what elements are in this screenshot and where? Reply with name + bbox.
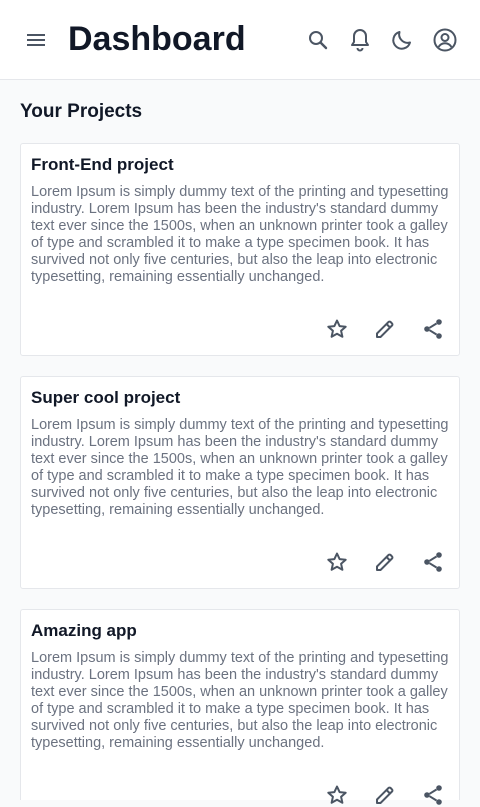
- project-title: Amazing app: [31, 621, 137, 640]
- edit-pencil-icon[interactable]: [373, 550, 397, 574]
- edit-pencil-icon[interactable]: [373, 783, 397, 807]
- project-description: Lorem Ipsum is simply dummy text of the …: [31, 417, 449, 518]
- edit-pencil-icon[interactable]: [373, 317, 397, 341]
- project-card: Front-End project Lorem Ipsum is simply …: [20, 143, 460, 356]
- project-title: Front-End project: [31, 155, 174, 174]
- star-outline-icon[interactable]: [325, 550, 349, 574]
- project-title: Super cool project: [31, 388, 181, 407]
- moon-icon[interactable]: [390, 28, 414, 52]
- menu-icon[interactable]: [24, 28, 48, 52]
- share-icon[interactable]: [421, 550, 445, 574]
- project-description: Lorem Ipsum is simply dummy text of the …: [31, 650, 449, 751]
- project-description: Lorem Ipsum is simply dummy text of the …: [31, 184, 449, 285]
- page-title: Dashboard: [68, 20, 246, 58]
- share-icon[interactable]: [421, 783, 445, 807]
- project-card: Super cool project Lorem Ipsum is simply…: [20, 376, 460, 589]
- app-header: Dashboard: [0, 0, 480, 80]
- search-icon[interactable]: [306, 28, 330, 52]
- account-circle-icon[interactable]: [432, 27, 458, 53]
- star-outline-icon[interactable]: [325, 783, 349, 807]
- project-card: Amazing app Lorem Ipsum is simply dummy …: [20, 609, 460, 805]
- share-icon[interactable]: [421, 317, 445, 341]
- star-outline-icon[interactable]: [325, 317, 349, 341]
- bell-icon[interactable]: [348, 27, 372, 53]
- section-title: Your Projects: [20, 101, 143, 122]
